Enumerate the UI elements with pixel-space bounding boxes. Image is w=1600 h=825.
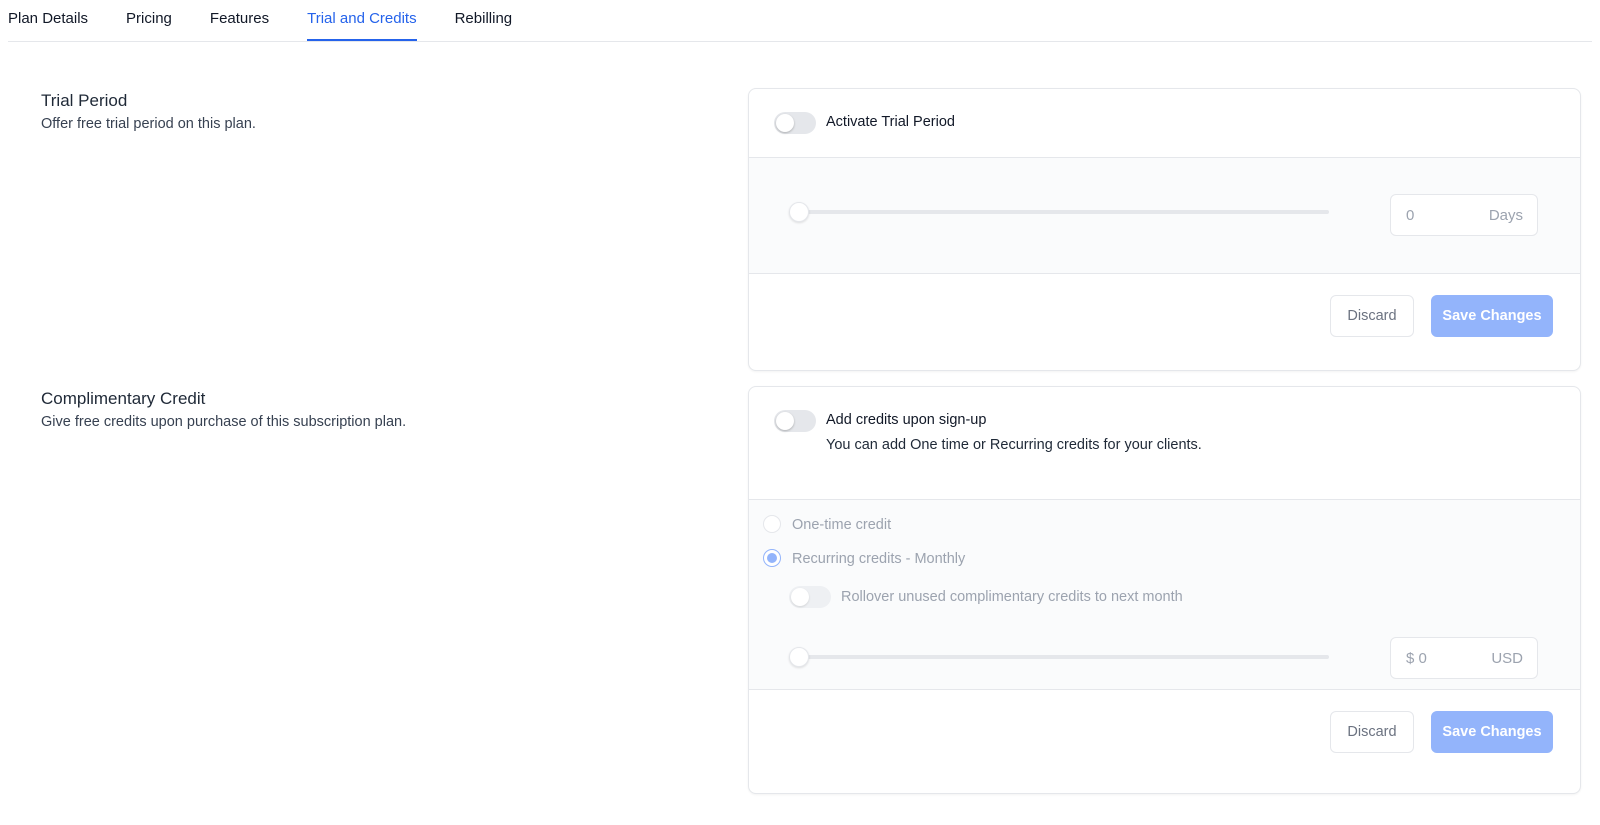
toggle-knob (776, 114, 794, 132)
one-time-credit-radio[interactable] (763, 515, 781, 533)
credit-card: Add credits upon sign-up You can add One… (748, 386, 1581, 794)
rollover-toggle[interactable] (789, 586, 831, 608)
credit-card-footer: Discard Save Changes (749, 689, 1580, 793)
toggle-knob (776, 412, 794, 430)
trial-days-slider-thumb[interactable] (789, 202, 809, 222)
activate-trial-toggle[interactable] (774, 112, 816, 134)
trial-card-body: 0 Days (749, 158, 1580, 273)
trial-days-slider-track[interactable] (789, 210, 1329, 214)
trial-card-footer: Discard Save Changes (749, 273, 1580, 370)
trial-section-description: Trial Period Offer free trial period on … (41, 90, 421, 135)
credit-card-body: One-time credit Recurring credits - Mont… (749, 500, 1580, 689)
plan-tabs: Plan Details Pricing Features Trial and … (8, 0, 1592, 42)
trial-days-unit: Days (1488, 207, 1523, 224)
credit-section-subtitle: Give free credits upon purchase of this … (41, 414, 407, 430)
trial-save-button[interactable]: Save Changes (1431, 295, 1553, 337)
credit-amount-value: $ 0 (1406, 650, 1427, 667)
tab-rebilling[interactable]: Rebilling (455, 0, 513, 41)
credit-section-title: Complimentary Credit (41, 389, 206, 408)
one-time-credit-label: One-time credit (792, 517, 892, 533)
trial-section-title: Trial Period (41, 91, 128, 110)
rollover-label: Rollover unused complimentary credits to… (841, 589, 1183, 605)
tab-trial-and-credits[interactable]: Trial and Credits (307, 0, 417, 41)
tab-features[interactable]: Features (210, 0, 269, 41)
credit-amount-input[interactable]: $ 0 USD (1390, 637, 1538, 679)
credit-section-description: Complimentary Credit Give free credits u… (41, 388, 421, 433)
add-credits-help: You can add One time or Recurring credit… (826, 437, 1202, 453)
trial-days-value: 0 (1406, 207, 1415, 224)
add-credits-label: Add credits upon sign-up (826, 412, 987, 428)
credit-discard-button[interactable]: Discard (1330, 711, 1414, 753)
trial-card-header: Activate Trial Period (749, 89, 1580, 158)
toggle-knob (791, 588, 809, 606)
credit-amount-slider-thumb[interactable] (789, 647, 809, 667)
tab-plan-details[interactable]: Plan Details (8, 0, 88, 41)
trial-discard-button[interactable]: Discard (1330, 295, 1414, 337)
credit-save-button[interactable]: Save Changes (1431, 711, 1553, 753)
trial-section-subtitle: Offer free trial period on this plan. (41, 116, 256, 132)
recurring-credit-radio[interactable] (763, 549, 781, 567)
add-credits-toggle[interactable] (774, 410, 816, 432)
credit-amount-unit: USD (1491, 650, 1523, 667)
tab-pricing[interactable]: Pricing (126, 0, 172, 41)
credit-amount-slider-track[interactable] (789, 655, 1329, 659)
credit-card-header: Add credits upon sign-up You can add One… (749, 387, 1580, 500)
trial-days-input[interactable]: 0 Days (1390, 194, 1538, 236)
activate-trial-label: Activate Trial Period (826, 114, 955, 130)
trial-card: Activate Trial Period 0 Days Discard Sav… (748, 88, 1581, 371)
recurring-credit-label: Recurring credits - Monthly (792, 551, 966, 567)
